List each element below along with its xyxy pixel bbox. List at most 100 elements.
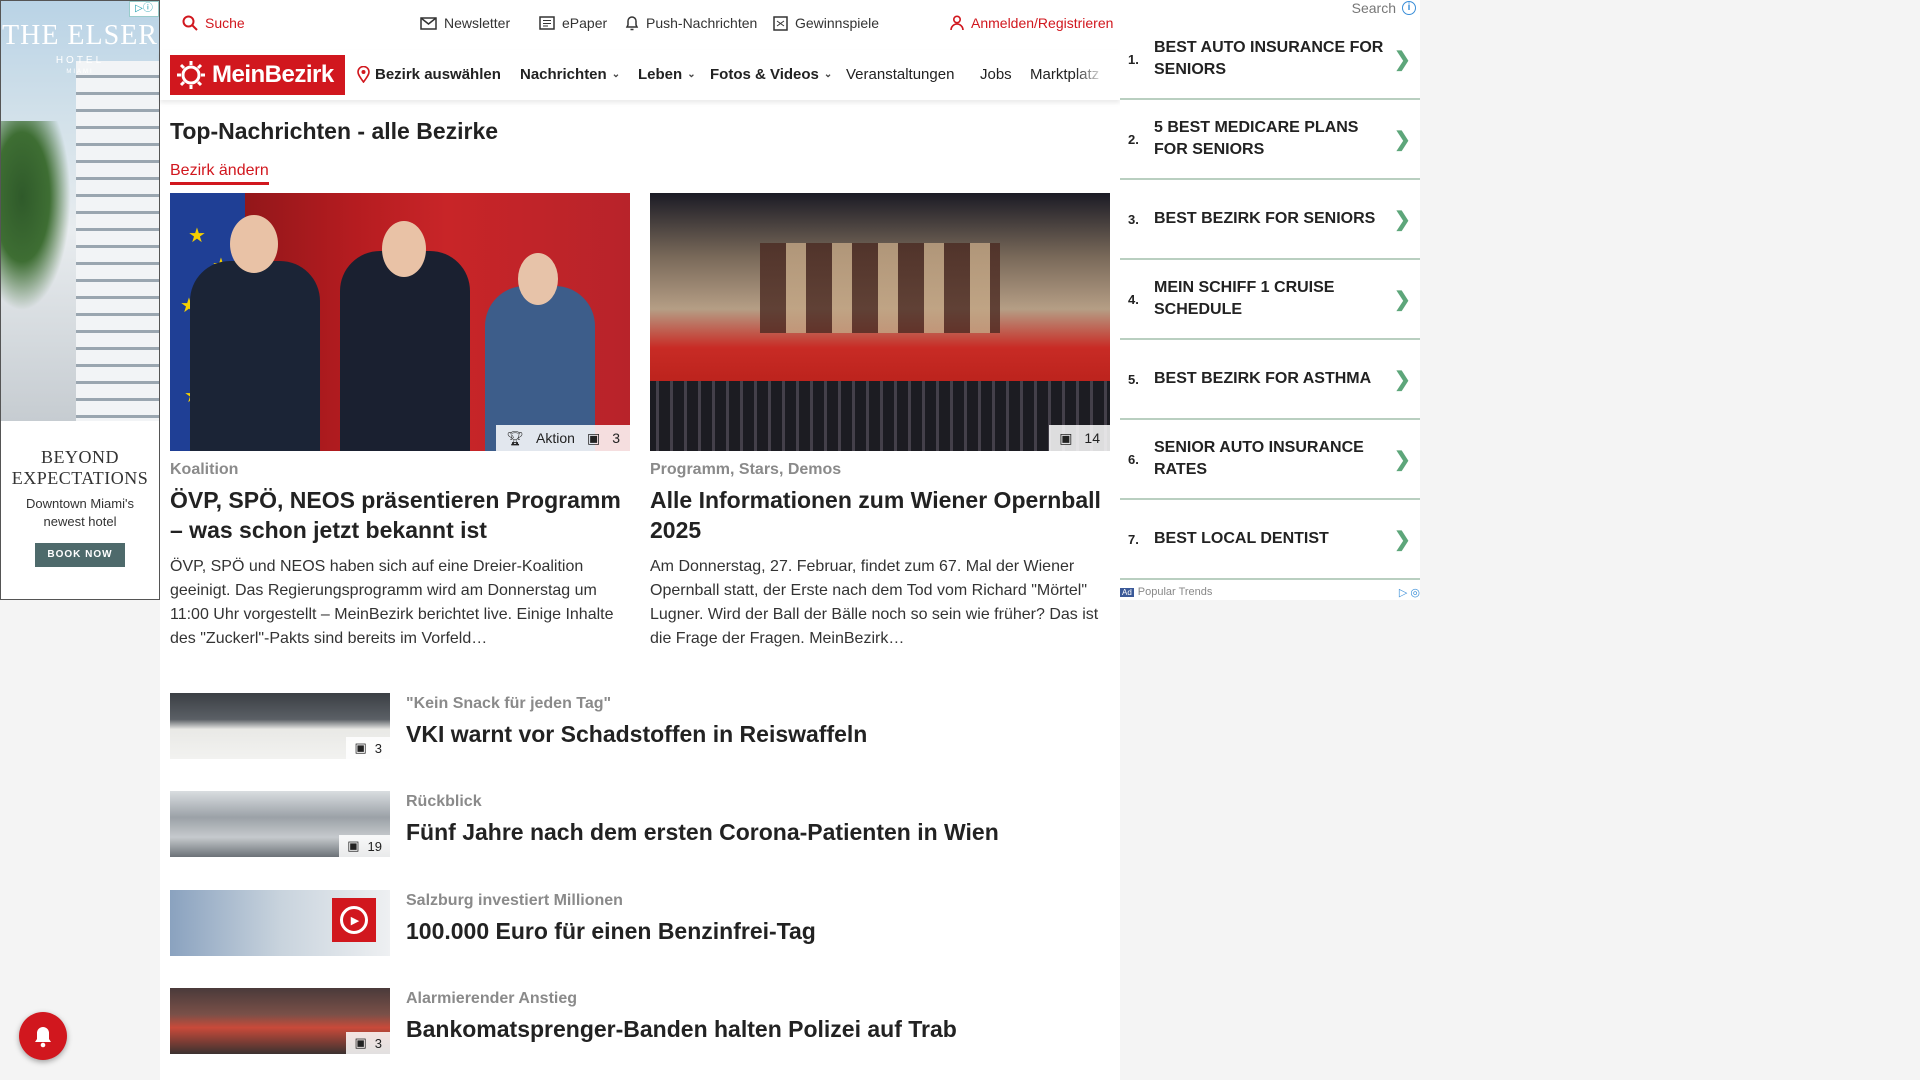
image-badge: ▣ 3 [346,1032,390,1054]
chevron-down-icon: ⌄ [611,69,621,80]
change-district-link[interactable]: Bezirk ändern [170,162,269,185]
login-label: Anmelden/Registrieren [971,15,1114,31]
bell-icon [35,1027,51,1048]
ad-list-item[interactable]: 1. Best Auto Insurance For Seniors ❯ [1120,20,1420,100]
featured-article-opernball[interactable]: ▣ 14 Programm, Stars, Demos Alle Informa… [650,193,1110,651]
ad-item-number: 2. [1128,131,1139,147]
nav-item-life-label: Leben [638,66,683,83]
ad-item-number: 1. [1128,51,1139,67]
chevron-down-icon: ⌄ [687,69,696,80]
featured-article-coalition[interactable]: ★★ ★★ ★★ 🏆︎ Aktion ▣ 3 Koalition ÖVP, SP… [170,193,630,651]
article-title[interactable]: ÖVP, SPÖ, NEOS präsentieren Programm – w… [170,485,630,545]
article-title[interactable]: VKI warnt vor Schadstoffen in Reiswaffel… [406,721,867,748]
ad-item-text: Best Local Dentist [1154,530,1329,547]
hotel-ad-brand: THE ELSER [2,20,158,51]
list-item[interactable]: ▣ 19 Rückblick Fünf Jahre nach dem erste… [170,791,1110,857]
image-badge: ▣ 3 [346,737,390,759]
login-link[interactable]: Anmelden/Registrieren [950,14,1113,32]
ad-list-item[interactable]: 4. Mein Schiff 1 Cruise Schedule ❯ [1120,260,1420,340]
person-head [382,221,426,277]
nav-item-photos-videos-label: Fotos & Videos [710,66,819,83]
ad-list-item[interactable]: 2. 5 Best Medicare Plans For Seniors ❯ [1120,100,1420,180]
ad-list-item[interactable]: 6. Senior Auto Insurance Rates ❯ [1120,420,1420,500]
ad-item-text: Best Auto Insurance For Seniors [1154,39,1384,78]
bell-icon [625,16,639,31]
hotel-ad-location: MIAMI [66,69,94,75]
nav-item-marketplace-label: Marktplatz [1030,66,1100,83]
ad-list-item[interactable]: 5. Best Bezirk For Asthma ❯ [1120,340,1420,420]
adchoices-icon[interactable]: ▷ ◎ [1399,586,1420,599]
nav-item-events[interactable]: Veranstaltungen [846,66,954,83]
adchoices-icon[interactable]: ▷ⓘ [129,1,159,17]
epaper-link[interactable]: ePaper [539,14,607,32]
page-title: Top-Nachrichten - alle Bezirke [170,118,499,144]
chevron-down-icon: ⌄ [823,69,833,80]
district-selector[interactable]: Bezirk auswählen [357,66,501,83]
image-badge: 🏆︎ Aktion ▣ 3 [496,425,630,451]
ad-item-text: Senior Auto Insurance Rates [1154,439,1364,478]
article-teaser: ÖVP, SPÖ und NEOS haben sich auf eine Dr… [170,558,614,647]
nav-item-life[interactable]: Leben ⌄ [638,66,696,83]
book-now-button[interactable]: BOOK NOW [35,543,125,567]
ad-label: Ad [1120,587,1134,597]
gift-icon [773,15,788,31]
hotel-ad-text-panel: BEYOND EXPECTATIONS Downtown Miami's new… [1,421,159,599]
hotel-ad-banner[interactable]: THE ELSER HOTEL MIAMI BEYOND EXPECTATION… [0,0,160,600]
article-image[interactable]: ▣ 14 [650,193,1110,451]
user-icon [950,15,964,31]
hotel-ad-headline-line2: EXPECTATIONS [11,468,149,488]
article-kicker: Rückblick [406,793,482,810]
search-link[interactable]: Suche [182,14,245,32]
hotel-ad-tagline-line2: newest hotel [43,514,117,529]
chevron-right-icon: ❯ [1394,368,1411,391]
image-badge: ▣ 19 [339,835,390,857]
nav-item-photos-videos[interactable]: Fotos & Videos ⌄ [710,66,832,83]
meinbezirk-logo[interactable]: MeinBezirk [170,55,345,95]
person-head [518,253,558,305]
nav-item-marketplace[interactable]: Marktplatz [1030,66,1105,83]
ad-search-link[interactable]: Search i [1352,0,1416,16]
article-thumbnail[interactable]: ▣ 19 [170,791,390,857]
article-kicker: "Kein Snack für jeden Tag" [406,695,612,712]
opera-facade-image [760,243,1000,333]
article-thumbnail[interactable]: ▣ 3 [170,693,390,759]
trophy-icon: 🏆︎ [506,429,525,446]
list-item[interactable]: ▶ Salzburg investiert Millionen 100.000 … [170,890,1110,956]
push-notifications-link[interactable]: Push-Nachrichten [625,14,757,32]
nav-item-jobs[interactable]: Jobs [980,66,1012,83]
ad-list-item[interactable]: 7. Best Local Dentist ❯ [1120,500,1420,580]
article-kicker: Alarmierender Anstieg [406,990,578,1007]
nav-item-jobs-label: Jobs [980,66,1012,83]
logo-text: MeinBezirk [212,61,334,88]
list-item[interactable]: ▣ 3 Alarmierender Anstieg Bankomatspreng… [170,988,1110,1054]
article-title[interactable]: Bankomatsprenger-Banden halten Polizei a… [406,1016,957,1043]
logo-sun-icon [177,61,205,89]
info-icon[interactable]: i [1402,1,1416,15]
newsletter-link[interactable]: Newsletter [420,14,510,32]
photo-count: 19 [367,838,382,854]
article-thumbnail[interactable]: ▶ [170,890,390,956]
chevron-right-icon: ❯ [1394,48,1411,71]
photo-count: 14 [1084,430,1100,446]
article-thumbnail[interactable]: ▣ 3 [170,988,390,1054]
chevron-right-icon: ❯ [1394,448,1411,471]
ad-item-text: Best Bezirk For Seniors [1154,210,1376,227]
list-item[interactable]: ▣ 3 "Kein Snack für jeden Tag" VKI warnt… [170,693,1110,759]
video-play-button[interactable]: ▶ [332,898,376,942]
photo-gallery-icon: ▣ [586,429,601,446]
play-icon: ▶ [340,906,368,934]
contests-link[interactable]: Gewinnspiele [773,14,879,32]
article-title[interactable]: Fünf Jahre nach dem ersten Corona-Patien… [406,819,999,846]
photo-gallery-icon: ▣ [354,1035,367,1050]
nav-item-news[interactable]: Nachrichten ⌄ [520,66,620,83]
newspaper-icon [539,16,555,30]
ad-item-number: 3. [1128,211,1139,227]
article-title[interactable]: 100.000 Euro für einen Benzinfrei-Tag [406,918,816,945]
ad-list-item[interactable]: 3. Best Bezirk For Seniors ❯ [1120,180,1420,260]
hotel-ad-headline: BEYOND EXPECTATIONS [1,447,159,489]
article-title[interactable]: Alle Informationen zum Wiener Opernball … [650,485,1110,545]
article-image[interactable]: ★★ ★★ ★★ 🏆︎ Aktion ▣ 3 [170,193,630,451]
sponsored-search-ad: Search i 1. Best Auto Insurance For Seni… [1120,0,1420,600]
ad-search-label: Search [1351,0,1396,16]
notification-bell-button[interactable] [19,1012,67,1060]
